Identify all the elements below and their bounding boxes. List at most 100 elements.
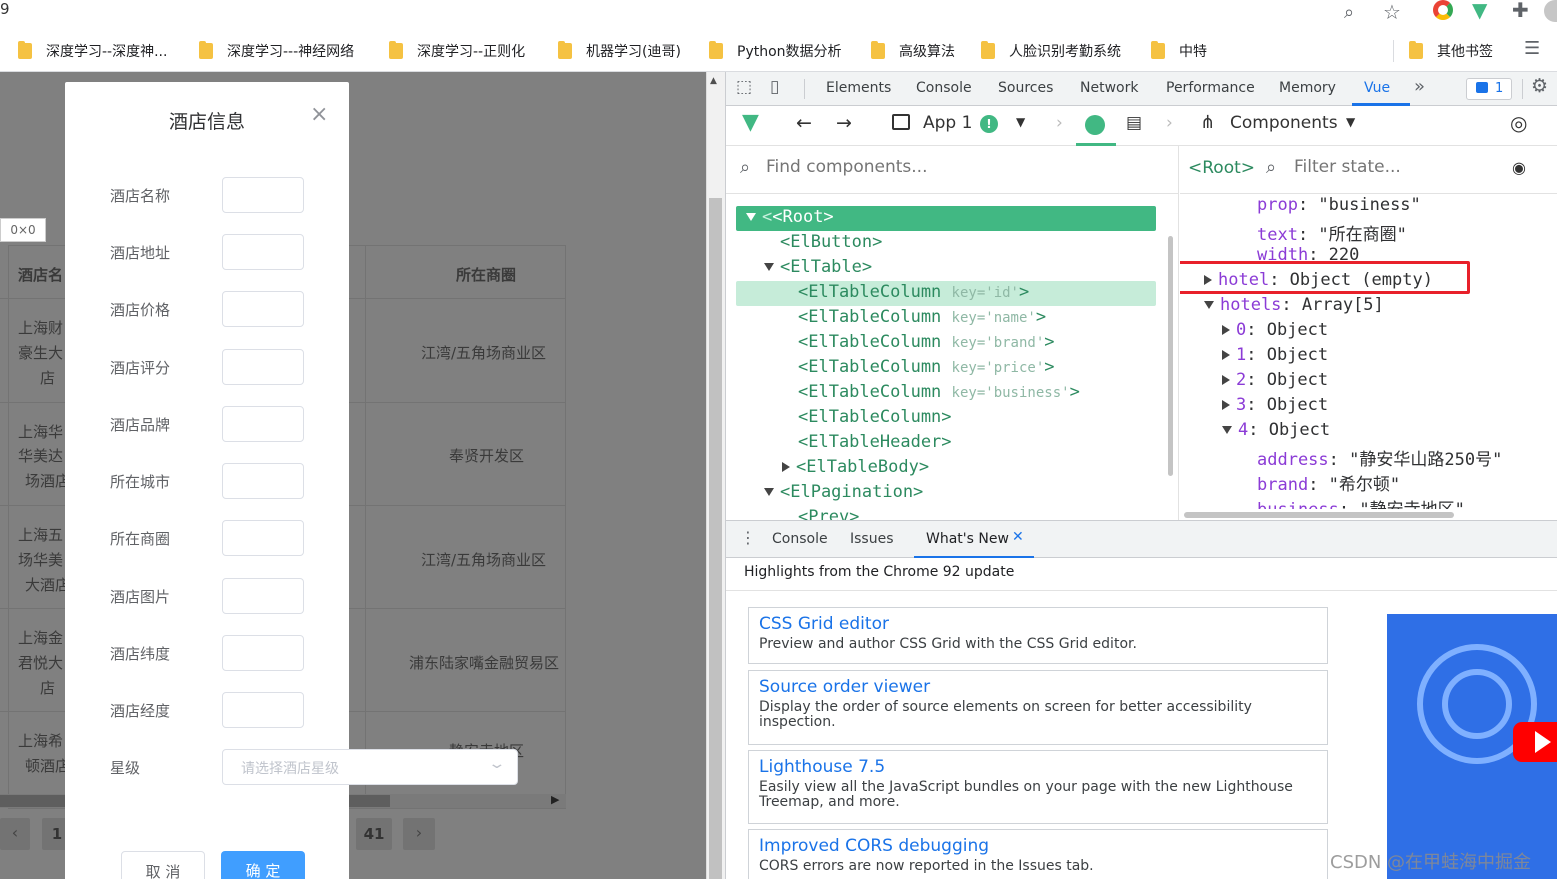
bookmark-star-icon[interactable]: ☆	[1383, 0, 1401, 24]
zoom-icon[interactable]: ⌕	[1344, 2, 1354, 23]
hotel-longitude-input[interactable]	[222, 692, 304, 728]
device-toggle-icon[interactable]: ▯	[770, 77, 779, 97]
tree-node[interactable]: <ElTableColumn key='business'>	[798, 382, 1080, 402]
gear-icon[interactable]: ⚙	[1531, 75, 1548, 97]
tree-node[interactable]: <ElTableColumn key='price'>	[798, 357, 1055, 377]
reading-list-icon[interactable]: ☰	[1524, 38, 1540, 59]
state-scrollbar-thumb[interactable]	[1184, 512, 1454, 518]
page-scrollbar[interactable]: ▲	[706, 72, 725, 879]
tree-node[interactable]: <ElTable>	[764, 257, 872, 277]
root-breadcrumb[interactable]: <Root>	[1188, 158, 1255, 178]
bookmark-item[interactable]: 深度学习--正则化	[389, 40, 525, 62]
hotel-address-input[interactable]	[222, 234, 304, 270]
more-tabs-icon[interactable]: »	[1414, 76, 1425, 97]
bookmark-other[interactable]: 其他书签	[1409, 40, 1493, 62]
drawer-tab-console[interactable]: Console	[772, 531, 828, 547]
back-arrow-icon[interactable]: ←	[796, 112, 812, 134]
bookmark-item[interactable]: 机器学习(迪哥)	[558, 40, 681, 62]
tree-scrollbar-thumb[interactable]	[1168, 236, 1173, 476]
tab-elements[interactable]: Elements	[826, 80, 891, 96]
app-status-icon: !	[980, 115, 998, 133]
drawer-tab-issues[interactable]: Issues	[850, 531, 894, 547]
vue-extension-icon[interactable]: ▼	[1472, 0, 1487, 22]
extensions-icon[interactable]: ✚	[1512, 0, 1529, 22]
card-title[interactable]: Source order viewer	[759, 677, 1317, 697]
inspect-icon[interactable]: ⬚	[736, 77, 752, 97]
hotel-score-input[interactable]	[222, 349, 304, 385]
close-icon[interactable]: ×	[310, 102, 328, 127]
hotel-business-input[interactable]	[222, 520, 304, 556]
whats-new-card[interactable]: Lighthouse 7.5 Easily view all the JavaS…	[748, 750, 1328, 824]
bookmark-item[interactable]: 深度学习--深度神...	[18, 40, 167, 62]
state-entry[interactable]: 3: Object	[1222, 395, 1328, 415]
pagination-prev[interactable]: ‹	[0, 818, 30, 850]
hotel-price-input[interactable]	[222, 291, 304, 327]
card-title[interactable]: Improved CORS debugging	[759, 836, 1317, 856]
filter-state-input[interactable]	[1294, 157, 1494, 177]
pagination-page-41[interactable]: 41	[356, 818, 392, 850]
drawer-menu-icon[interactable]: ⋮	[740, 528, 756, 547]
close-icon[interactable]: ✕	[1012, 529, 1024, 545]
tab-memory[interactable]: Memory	[1279, 80, 1336, 96]
tree-node[interactable]: <ElTableColumn>	[798, 407, 952, 427]
play-button-icon[interactable]	[1513, 722, 1557, 762]
tab-console[interactable]: Console	[916, 80, 972, 96]
video-thumbnail[interactable]	[1387, 614, 1557, 879]
tab-performance[interactable]: Performance	[1166, 80, 1255, 96]
bookmark-item[interactable]: 高级算法	[871, 40, 955, 62]
tree-node[interactable]: <ElTableColumn key='brand'>	[798, 332, 1055, 352]
bookmark-item[interactable]: 中特	[1151, 40, 1207, 62]
eye-icon[interactable]: ◉	[1512, 158, 1526, 177]
cancel-button[interactable]: 取 消	[121, 851, 205, 879]
state-entry-hotels[interactable]: hotels: Array[5]	[1204, 295, 1384, 315]
tree-node[interactable]: <Prev>	[798, 507, 859, 520]
card-title[interactable]: Lighthouse 7.5	[759, 757, 1317, 777]
bookmark-item[interactable]: 人脸识别考勤系统	[981, 40, 1121, 62]
confirm-button[interactable]: 确 定	[221, 851, 305, 879]
pagination-next[interactable]: ›	[403, 818, 435, 850]
drawer-tab-whats-new[interactable]: What's New	[926, 531, 1009, 547]
hotel-city-input[interactable]	[222, 463, 304, 499]
state-entry[interactable]: 2: Object	[1222, 370, 1328, 390]
whats-new-card[interactable]: Improved CORS debugging CORS errors are …	[748, 829, 1328, 879]
scroll-right-icon[interactable]: ▶	[551, 793, 559, 806]
tree-node[interactable]: <ElTableColumn key='name'>	[798, 307, 1046, 327]
tree-node[interactable]: <ElTableColumn key='id'>	[798, 282, 1029, 302]
chevron-down-icon[interactable]: ▼	[1346, 115, 1355, 129]
bookmark-item[interactable]: 深度学习---神经网络	[199, 40, 354, 62]
star-select[interactable]: 请选择酒店星级 ⌄	[222, 749, 518, 785]
tree-node[interactable]: <ElPagination>	[764, 482, 923, 502]
issues-badge[interactable]: 1	[1466, 78, 1512, 100]
tab-vue[interactable]: Vue	[1364, 80, 1390, 96]
chevron-down-icon[interactable]: ▼	[1016, 115, 1025, 129]
hotel-latitude-input[interactable]	[222, 635, 304, 671]
state-entry-hotel[interactable]: hotel: Object (empty)	[1204, 270, 1433, 290]
profile-avatar[interactable]	[1544, 0, 1557, 22]
tree-node[interactable]: <ElTableHeader>	[798, 432, 952, 452]
scroll-up-icon[interactable]: ▲	[710, 76, 717, 86]
components-selector[interactable]: Components	[1230, 113, 1338, 133]
timeline-icon[interactable]: ▤	[1126, 113, 1142, 133]
whats-new-card[interactable]: CSS Grid editor Preview and author CSS G…	[748, 607, 1328, 664]
forward-arrow-icon[interactable]: →	[836, 112, 852, 134]
app-selector-label[interactable]: App 1	[923, 113, 972, 133]
tab-network[interactable]: Network	[1080, 80, 1138, 96]
find-components-input[interactable]	[766, 157, 1146, 177]
state-entry[interactable]: 0: Object	[1222, 320, 1328, 340]
target-icon[interactable]: ◎	[1510, 111, 1527, 135]
state-entry[interactable]: 4: Object	[1222, 420, 1330, 440]
tree-node[interactable]: <ElTableBody>	[782, 457, 929, 477]
tree-node[interactable]: <ElButton>	[780, 232, 882, 252]
compass-icon[interactable]	[1085, 115, 1105, 135]
whats-new-card[interactable]: Source order viewer Display the order of…	[748, 670, 1328, 745]
hotel-brand-input[interactable]	[222, 406, 304, 442]
tab-sources[interactable]: Sources	[998, 80, 1053, 96]
bookmark-item[interactable]: Python数据分析	[709, 40, 842, 62]
state-entry[interactable]: 1: Object	[1222, 345, 1328, 365]
hotel-name-input[interactable]	[222, 177, 304, 213]
tree-node-root[interactable]: <<Root>	[746, 207, 834, 227]
chrome-extension-icon[interactable]	[1433, 0, 1453, 20]
card-title[interactable]: CSS Grid editor	[759, 614, 1317, 634]
page-scrollbar-thumb[interactable]	[709, 198, 722, 879]
hotel-pic-input[interactable]	[222, 578, 304, 614]
